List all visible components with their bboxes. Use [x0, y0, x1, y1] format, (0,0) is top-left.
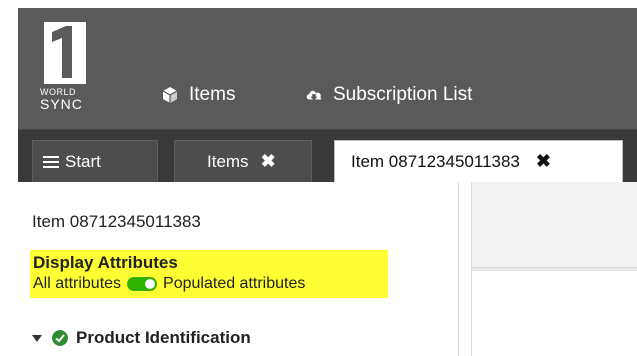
panel-splitter[interactable]: [458, 182, 472, 356]
display-attributes-box: Display Attributes All attributes Popula…: [30, 250, 388, 298]
nav-items-label: Items: [189, 84, 236, 105]
close-icon[interactable]: ✖: [261, 151, 276, 172]
detail-header: [472, 182, 637, 268]
hamburger-icon: [43, 153, 59, 171]
nav-items[interactable]: Items: [161, 84, 235, 106]
nav-subscription-label: Subscription List: [333, 84, 473, 105]
caret-down-icon: [32, 334, 42, 342]
tab-strip: Start Items ✖ Item 08712345011383 ✖: [18, 130, 637, 182]
app-header: WORLD SYNC Items Subscription List: [18, 8, 637, 130]
logo-word-2: SYNC: [40, 96, 83, 112]
tab-item-detail[interactable]: Item 08712345011383 ✖: [334, 140, 623, 182]
item-title: Item 08712345011383: [32, 212, 201, 231]
tab-start-label: Start: [65, 151, 101, 171]
tab-item-detail-label: Item 08712345011383: [351, 151, 520, 171]
attribute-filter-row: All attributes Populated attributes: [33, 275, 305, 293]
tab-start[interactable]: Start: [32, 140, 158, 182]
all-attributes-label[interactable]: All attributes: [33, 275, 121, 293]
worldsync-logo[interactable]: WORLD SYNC: [36, 22, 92, 112]
tab-items[interactable]: Items ✖: [174, 140, 312, 182]
detail-divider: [472, 268, 637, 271]
display-attributes-heading: Display Attributes: [33, 253, 178, 272]
logo-wordmark: WORLD SYNC: [40, 88, 83, 112]
check-circle-icon: [52, 330, 68, 346]
populated-attributes-label[interactable]: Populated attributes: [163, 275, 305, 293]
toggle-knob: [145, 279, 156, 289]
attributes-toggle[interactable]: [127, 277, 158, 291]
nav-subscription-list[interactable]: Subscription List: [305, 84, 472, 106]
app-window: WORLD SYNC Items Subscription List Start…: [0, 0, 637, 356]
close-icon[interactable]: ✖: [536, 151, 551, 172]
attributes-panel: Item 08712345011383 Display Attributes A…: [18, 182, 458, 356]
logo-one-glyph: [44, 22, 86, 84]
item-detail-area: [472, 182, 637, 356]
tab-items-label: Items: [207, 151, 249, 171]
cube-icon: [162, 87, 178, 103]
section-product-identification[interactable]: Product Identification: [32, 328, 251, 348]
section-label: Product Identification: [76, 328, 251, 347]
cloud-download-icon: [306, 90, 322, 101]
